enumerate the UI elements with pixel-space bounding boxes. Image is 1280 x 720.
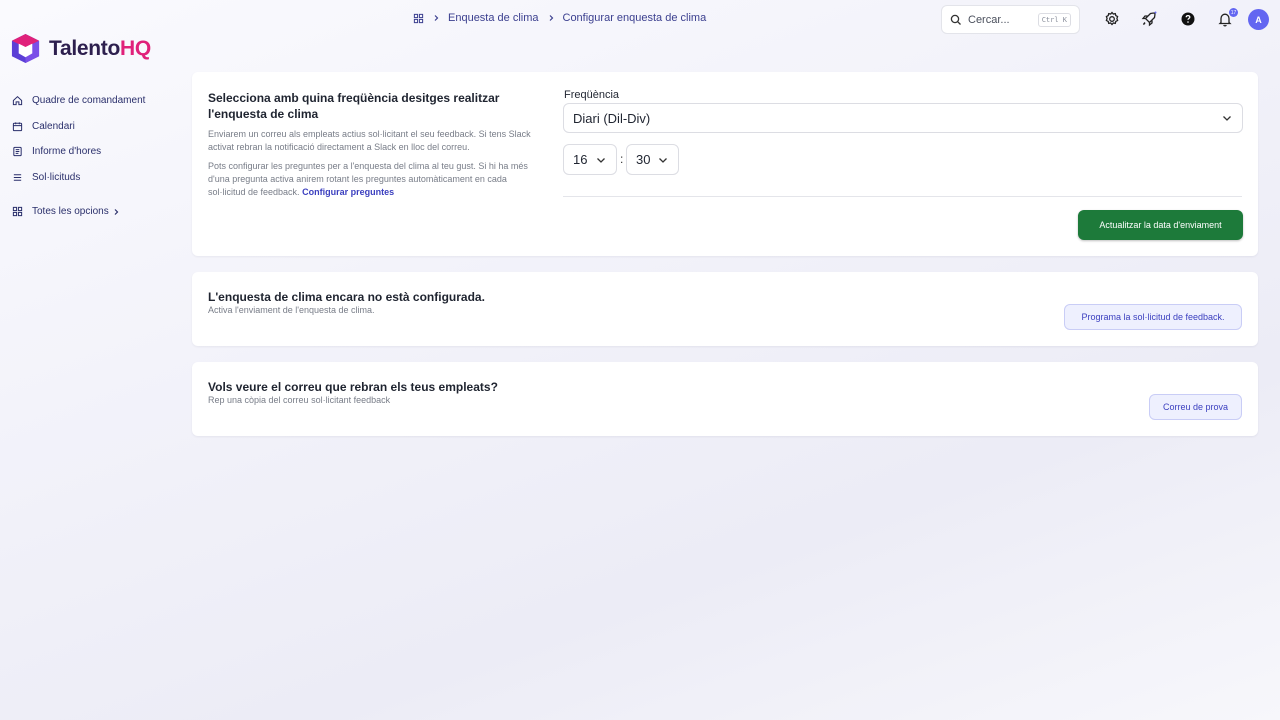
sidebar-item-dashboard[interactable]: Quadre de comandament (12, 88, 182, 114)
test-email-title: Vols veure el correu que rebran els teus… (208, 380, 498, 394)
breadcrumb-item[interactable]: Enquesta de clima (448, 12, 539, 24)
calendar-icon (12, 122, 23, 131)
sidebar-item-label: Sol·licituds (32, 171, 81, 183)
notification-badge: 17 (1229, 8, 1238, 17)
whats-new-button[interactable] (1141, 11, 1157, 27)
chevron-down-icon (1223, 116, 1231, 121)
update-send-date-button[interactable]: Actualitzar la data d'enviament (1078, 210, 1243, 240)
chevron-right-icon (549, 15, 553, 21)
avatar[interactable]: A (1248, 9, 1269, 30)
grid-icon[interactable] (413, 13, 424, 24)
search-shortcut: Ctrl K (1037, 12, 1071, 27)
frequency-select-value: Diari (Dil-Div) (573, 110, 651, 126)
frequency-card: Selecciona amb quina freqüència desitges… (192, 72, 1258, 256)
frequency-description: Enviarem un correu als empleats actius s… (208, 129, 531, 152)
hour-select[interactable]: 16 (563, 144, 617, 175)
survey-status-title: L'enquesta de clima encara no està confi… (208, 290, 485, 304)
breadcrumb-item[interactable]: Configurar enquesta de clima (563, 12, 707, 24)
minute-select-value: 30 (636, 152, 651, 167)
test-email-subtitle: Rep una còpia del correu sol·licitant fe… (208, 395, 391, 405)
chevron-down-icon (597, 157, 605, 163)
settings-button[interactable] (1104, 11, 1120, 27)
survey-status-subtitle: Activa l'enviament de l'enquesta de clim… (208, 305, 375, 315)
survey-status-card: L'enquesta de clima encara no està confi… (192, 272, 1258, 346)
configure-questions-link[interactable]: Configurar preguntes (302, 187, 394, 197)
sidebar: Quadre de comandament Calendari Informe … (12, 88, 182, 225)
chevron-down-icon (659, 157, 667, 163)
schedule-feedback-button[interactable]: Programa la sol·licitud de feedback. (1064, 304, 1242, 330)
frequency-title: Selecciona amb quina freqüència desitges… (208, 91, 500, 121)
divider (563, 196, 1242, 197)
sidebar-item-label: Informe d'hores (32, 146, 102, 158)
sidebar-item-requests[interactable]: Sol·licituds (12, 165, 182, 191)
frequency-select[interactable]: Diari (Dil-Div) (563, 103, 1243, 133)
list-icon (13, 173, 22, 181)
minute-select[interactable]: 30 (626, 144, 679, 175)
search-icon (950, 14, 961, 25)
chevron-right-icon (114, 208, 119, 215)
sidebar-item-hours-report[interactable]: Informe d'hores (12, 139, 182, 165)
test-email-button[interactable]: Correu de prova (1149, 394, 1242, 420)
chevron-right-icon (434, 15, 439, 21)
home-icon (12, 96, 23, 106)
hour-select-value: 16 (573, 152, 588, 167)
test-email-card: Vols veure el correu que rebran els teus… (192, 362, 1258, 436)
sidebar-item-calendar[interactable]: Calendari (12, 114, 182, 140)
frequency-label: Freqüència (564, 89, 620, 101)
top-bar: Enquesta de clima Configurar enquesta de… (0, 0, 1280, 40)
time-separator: : (620, 152, 624, 166)
sidebar-item-label: Calendari (32, 120, 75, 132)
question-icon (1181, 12, 1195, 26)
rocket-icon (1141, 11, 1157, 27)
frequency-info: Selecciona amb quina freqüència desitges… (208, 90, 538, 199)
gear-icon (1105, 11, 1119, 26)
report-icon (13, 147, 22, 157)
search-box[interactable]: Cercar... Ctrl K (941, 5, 1080, 34)
search-placeholder: Cercar... (968, 13, 1010, 26)
breadcrumb: Enquesta de clima Configurar enquesta de… (413, 12, 706, 24)
brand-name: TalentoHQ (49, 36, 151, 60)
help-button[interactable] (1180, 11, 1196, 27)
sidebar-all-options[interactable]: Totes les opcions (12, 199, 182, 225)
sidebar-item-label: Quadre de comandament (32, 95, 146, 107)
grid-icon (12, 207, 23, 217)
frequency-description-questions: Pots configurar les preguntes per a l'en… (208, 161, 528, 197)
sidebar-all-options-label: Totes les opcions (32, 206, 109, 218)
